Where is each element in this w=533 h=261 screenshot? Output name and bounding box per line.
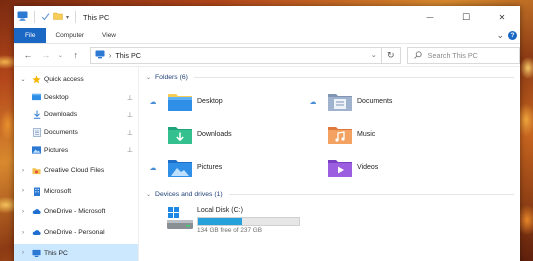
nav-item-pictures[interactable]: Pictures ⊥ (14, 141, 138, 159)
videos-folder-icon (328, 159, 352, 177)
group-collapse-chevron-icon[interactable]: ⌄ (146, 191, 151, 198)
pin-icon: ⊥ (126, 112, 133, 120)
folder-videos[interactable]: Videos (306, 151, 466, 184)
breadcrumb-this-pc[interactable]: This PC (115, 51, 141, 60)
music-folder-icon (328, 126, 352, 144)
drive-usage-bar (197, 217, 300, 226)
maximize-button[interactable]: ☐ (448, 6, 484, 28)
nav-item-desktop[interactable]: Desktop ⊥ (14, 89, 138, 107)
new-folder-icon[interactable] (53, 12, 63, 22)
documents-folder-icon (328, 93, 352, 111)
desktop-folder-icon (32, 93, 41, 102)
refresh-button[interactable]: ↻ (380, 46, 401, 64)
collapse-chevron-icon[interactable]: ⌄ (19, 76, 27, 83)
drive-local-disk-c[interactable]: Local Disk (C:) 134 GB free of 237 GB (146, 206, 520, 240)
group-collapse-chevron-icon[interactable]: ⌄ (146, 74, 151, 81)
nav-item-documents[interactable]: Documents ⊥ (14, 124, 138, 142)
ribbon-tabs: File Computer View ⌄ ? (14, 28, 520, 44)
pin-icon: ⊥ (126, 94, 133, 102)
tab-file[interactable]: File (14, 28, 47, 43)
pin-icon: ⊥ (126, 129, 133, 137)
folder-documents[interactable]: ☁ Documents (306, 85, 466, 118)
drive-usage-fill (198, 218, 242, 225)
search-icon (413, 51, 422, 59)
onedrive-icon (32, 228, 41, 237)
folder-downloads[interactable]: Downloads (146, 118, 306, 151)
quick-access-toolbar: ▾ (14, 11, 79, 23)
drive-free-space: 134 GB free of 237 GB (197, 227, 263, 234)
drive-name: Local Disk (C:) (197, 207, 243, 214)
cloud-sync-icon: ☁ (309, 98, 317, 106)
search-box[interactable]: Search This PC (406, 46, 520, 64)
this-pc-app-icon (17, 11, 28, 23)
this-pc-icon (32, 249, 41, 258)
navigation-bar: ← → ⌄ ↑ › This PC ⌄ ↻ Search This PC (14, 44, 520, 67)
windows-drive-icon (167, 207, 193, 229)
nav-item-microsoft[interactable]: › Microsoft (14, 183, 138, 201)
expand-chevron-icon[interactable]: › (19, 209, 27, 215)
pictures-folder-icon (168, 159, 192, 177)
back-arrow-icon[interactable]: ← (22, 50, 34, 60)
folder-music[interactable]: Music (306, 118, 466, 151)
minimize-button[interactable]: — (412, 6, 448, 28)
tab-view[interactable]: View (93, 28, 125, 43)
navigation-pane[interactable]: ⌄ Quick access Desktop ⊥ Downloads ⊥ Doc… (14, 67, 139, 261)
refresh-icon: ↻ (386, 49, 395, 60)
devices-group-header[interactable]: ⌄ Devices and drives (1) (146, 186, 520, 202)
title-bar: ▾ This PC — ☐ ✕ (14, 6, 520, 28)
folder-pictures[interactable]: ☁ Pictures (146, 151, 306, 184)
nav-item-this-pc[interactable]: › This PC (14, 244, 138, 261)
up-arrow-icon[interactable]: ↑ (70, 50, 82, 60)
pin-icon: ⊥ (126, 147, 133, 155)
expand-chevron-icon[interactable]: › (19, 168, 27, 174)
forward-arrow-icon[interactable]: → (40, 50, 52, 60)
download-icon (32, 110, 41, 120)
folder-desktop[interactable]: ☁ Desktop (146, 85, 306, 118)
expand-chevron-icon[interactable]: › (19, 188, 27, 194)
search-placeholder: Search This PC (427, 50, 478, 60)
tab-computer[interactable]: Computer (46, 28, 93, 43)
content-pane[interactable]: ⌄ Folders (6) ☁ Desktop ☁ Documents Down… (139, 67, 520, 261)
nav-item-onedrive-personal[interactable]: › OneDrive - Personal (14, 224, 138, 242)
folders-grid: ☁ Desktop ☁ Documents Downloads Music ☁ … (146, 85, 520, 184)
properties-icon[interactable] (41, 12, 50, 23)
downloads-folder-icon (168, 126, 192, 144)
onedrive-icon (32, 207, 41, 216)
customize-qa-chevron-icon[interactable]: ▾ (66, 14, 69, 21)
file-explorer-window: ▾ This PC — ☐ ✕ File Computer View ⌄ ? ←… (14, 6, 520, 261)
expand-ribbon-chevron-icon[interactable]: ⌄ (496, 30, 504, 41)
desktop-folder-icon (168, 93, 192, 111)
nav-item-onedrive-microsoft[interactable]: › OneDrive - Microsoft (14, 203, 138, 221)
nav-item-downloads[interactable]: Downloads ⊥ (14, 106, 138, 124)
cloud-sync-icon: ☁ (149, 164, 157, 172)
pictures-icon (32, 146, 41, 155)
nav-item-quick-access[interactable]: ⌄ Quick access (14, 71, 138, 89)
cloud-sync-icon: ☁ (149, 98, 157, 106)
address-dropdown-chevron-icon[interactable]: ⌄ (371, 51, 377, 59)
creative-cloud-icon (32, 166, 41, 175)
help-icon[interactable]: ? (508, 31, 517, 40)
this-pc-address-icon (95, 50, 105, 61)
building-icon (32, 187, 41, 196)
address-box[interactable]: › This PC ⌄ (89, 46, 382, 64)
folders-group-header[interactable]: ⌄ Folders (6) (146, 69, 520, 85)
breadcrumb-separator-icon[interactable]: › (109, 51, 112, 60)
star-icon (32, 75, 41, 84)
window-title: This PC (83, 12, 110, 22)
nav-item-creative-cloud-files[interactable]: › Creative Cloud Files (14, 162, 138, 180)
expand-chevron-icon[interactable]: › (19, 250, 27, 256)
recent-locations-chevron-icon[interactable]: ⌄ (58, 52, 64, 59)
close-button[interactable]: ✕ (484, 6, 520, 28)
documents-icon (32, 128, 41, 137)
expand-chevron-icon[interactable]: › (19, 230, 27, 236)
